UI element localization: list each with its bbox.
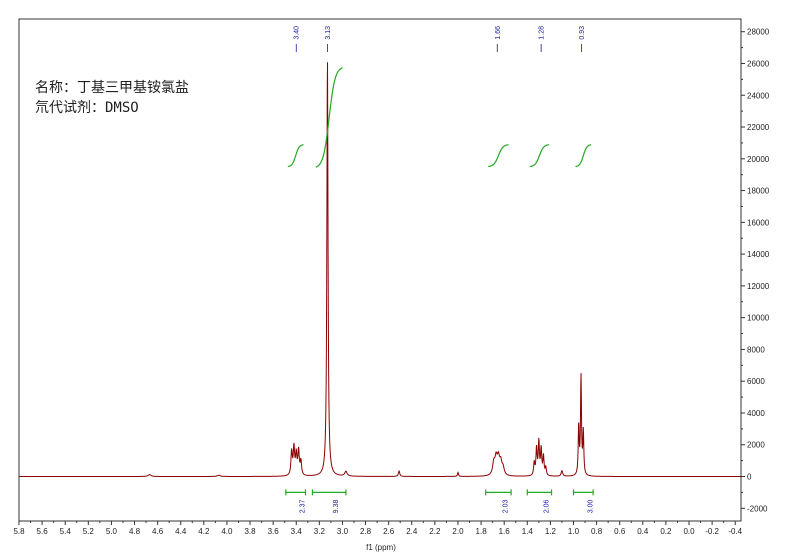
x-tick-label: 0.2 [660,527,672,536]
integral-curve [315,67,343,168]
y-tick-label: 14000 [747,250,770,259]
x-tick-label: 5.8 [13,527,25,536]
integral-curve [575,144,592,168]
x-tick-label: 2.0 [452,527,464,536]
integral-value: 3.00 [587,499,594,513]
y-tick-label: 20000 [747,155,770,164]
solvent-name: 氘代试剂：DMSO [35,100,139,116]
x-tick-label: 4.2 [198,527,210,536]
peak-label: 1.66 [495,26,502,40]
x-tick-label: 2.8 [360,527,372,536]
y-tick-label: 6000 [747,377,765,386]
integral-curve [529,144,550,168]
x-tick-label: 5.0 [106,527,118,536]
y-tick-label: 24000 [747,91,770,100]
x-axis-title: f1 (ppm) [366,543,396,552]
x-tick-label: 5.6 [37,527,49,536]
x-tick-label: 0.6 [614,527,626,536]
sample-caption: 名称：丁基三甲基铵氯盐 氘代试剂：DMSO [35,78,189,118]
integral-value: 2.03 [502,499,509,513]
y-tick-label: 4000 [747,409,765,418]
x-tick-label: 3.4 [291,527,303,536]
x-tick-label: -0.2 [705,527,719,536]
x-axis-ticks: 5.8 5.6 5.4 5.2 5.0 4.8 4.6 4.4 4.2 4.0 3.8 3.6 3.4 3… [13,521,743,536]
x-tick-label: 0.8 [591,527,603,536]
y-tick-label: 10000 [747,314,770,323]
y-tick-label: 8000 [747,345,765,354]
peak-label: 3.40 [294,26,301,40]
x-tick-label: 1.6 [499,527,511,536]
integral-value: 9.38 [333,499,340,513]
x-tick-label: 1.8 [476,527,488,536]
spectrum-line [19,62,741,478]
x-tick-label: 3.6 [268,527,280,536]
x-tick-label: 2.2 [429,527,441,536]
y-tick-label: 2000 [747,441,765,450]
y-tick-label: 28000 [747,28,770,37]
peak-label: 0.93 [579,26,586,40]
y-axis-ticks: -2000 0 2000 4000 6000 8000 10000 12000 14000 160… [741,28,770,513]
x-tick-label: 4.8 [129,527,141,536]
x-tick-label: 3.0 [337,527,349,536]
x-tick-label: 5.4 [60,527,72,536]
y-tick-label: 0 [747,473,752,482]
x-tick-label: 4.4 [175,527,187,536]
peak-label-layer: 3.40 3.13 1.66 1.28 0.93 [294,26,586,52]
x-tick-label: 0.0 [683,527,695,536]
x-tick-label: 4.0 [221,527,233,536]
x-tick-label: 3.2 [314,527,326,536]
integral-curve [488,144,509,168]
x-tick-label: 1.0 [568,527,580,536]
x-tick-label: 5.2 [83,527,95,536]
compound-name: 名称：丁基三甲基铵氯盐 [35,80,189,96]
x-tick-label: -0.4 [728,527,742,536]
x-tick-label: 2.6 [383,527,395,536]
integral-value: 2.37 [300,499,307,513]
x-tick-label: 3.8 [244,527,256,536]
y-tick-label: 26000 [747,59,770,68]
integral-value: 2.06 [543,499,550,513]
integral-layer: 2.37 9.38 2.03 2.06 3.00 [285,67,594,513]
x-tick-label: 1.4 [522,527,534,536]
y-tick-label: 16000 [747,218,770,227]
y-tick-label: 18000 [747,187,770,196]
peak-label: 3.13 [325,26,332,40]
x-tick-label: 4.6 [152,527,164,536]
y-tick-label: 12000 [747,282,770,291]
x-tick-label: 2.4 [406,527,418,536]
peak-label: 1.28 [539,26,546,40]
x-tick-label: 0.4 [637,527,649,536]
spectrum-layer [19,62,741,478]
x-tick-label: 1.2 [545,527,557,536]
integral-curve [287,144,304,168]
y-tick-label: -2000 [747,504,768,513]
y-tick-label: 22000 [747,123,770,132]
